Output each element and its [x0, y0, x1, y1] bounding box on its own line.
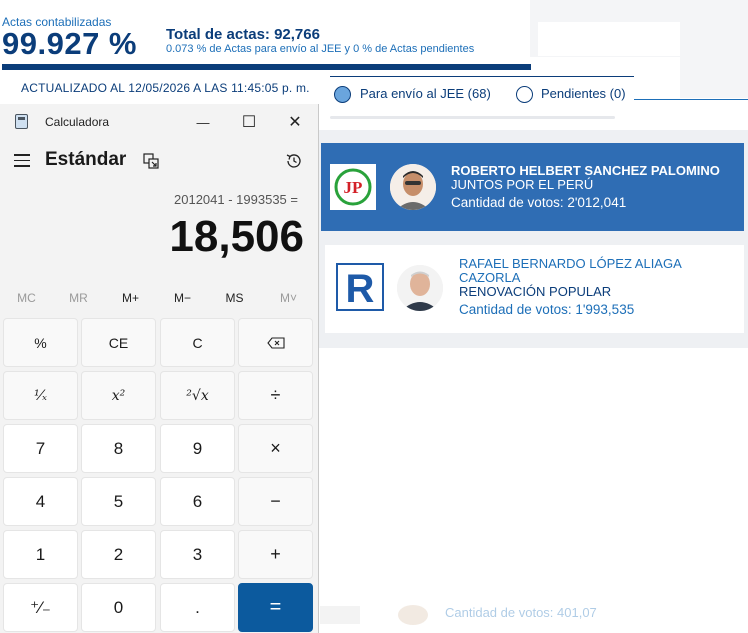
jp-logo-icon: JP — [334, 168, 372, 206]
history-icon[interactable] — [285, 152, 303, 170]
negate-button[interactable]: ⁺⁄₋ — [3, 583, 78, 632]
calculator-app-icon — [15, 114, 28, 129]
last-updated: ACTUALIZADO AL 12/05/2026 A LAS 11:45:05… — [21, 81, 310, 95]
candidate-card-2[interactable]: R RAFAEL BERNARDO LÓPEZ ALIAGA CAZORLA R… — [325, 245, 744, 333]
header-side-panel-lower — [680, 56, 748, 98]
person-avatar-icon — [397, 265, 443, 311]
header-side-panel — [530, 0, 748, 57]
candidate-name-1: ROBERTO HELBERT SANCHEZ PALOMINO — [451, 163, 720, 178]
subtract-button[interactable]: − — [238, 477, 313, 526]
digit-3-button[interactable]: 3 — [160, 530, 235, 579]
candidate-name-2-line1: RAFAEL BERNARDO LÓPEZ ALIAGA — [459, 256, 682, 271]
filter-pendientes-radio[interactable] — [516, 86, 533, 103]
clear-button[interactable]: C — [160, 318, 235, 367]
maximize-button[interactable]: ☐ — [231, 110, 267, 134]
digit-2-button[interactable]: 2 — [81, 530, 156, 579]
candidate-photo-3-partial — [398, 605, 428, 625]
multiply-button[interactable]: × — [238, 424, 313, 473]
rp-logo-icon: R — [336, 263, 384, 311]
digit-9-button[interactable]: 9 — [160, 424, 235, 473]
menu-icon[interactable] — [14, 154, 30, 168]
candidate-party-1: JUNTOS POR EL PERÚ — [451, 177, 594, 192]
clear-entry-button[interactable]: CE — [81, 318, 156, 367]
digit-6-button[interactable]: 6 — [160, 477, 235, 526]
digit-8-button[interactable]: 8 — [81, 424, 156, 473]
svg-text:JP: JP — [344, 178, 363, 197]
result-display: 18,506 — [169, 212, 304, 261]
total-actas: Total de actas: 92,766 — [166, 26, 320, 43]
memory-store-button[interactable]: MS — [208, 291, 261, 305]
divide-button[interactable]: ÷ — [238, 371, 313, 420]
mode-title: Estándar — [45, 149, 127, 170]
actas-note: 0.073 % de Actas para envío al JEE y 0 %… — [166, 43, 475, 55]
app-title: Calculadora — [45, 115, 110, 129]
memory-recall-button[interactable]: MR — [52, 291, 105, 305]
minimize-button[interactable]: — — [185, 110, 221, 134]
memory-clear-button[interactable]: MC — [0, 291, 53, 305]
filter-jee-label[interactable]: Para envío al JEE (68) — [360, 86, 491, 101]
memory-subtract-button[interactable]: M− — [156, 291, 209, 305]
memory-add-button[interactable]: M+ — [104, 291, 157, 305]
backspace-icon — [266, 336, 285, 349]
svg-text:R: R — [346, 267, 375, 311]
memory-list-button[interactable]: M˅ — [262, 291, 315, 305]
rp-party-logo: R — [336, 263, 384, 311]
decimal-button[interactable]: . — [160, 583, 235, 632]
calculator-titlebar[interactable]: Calculadora — ☐ ✕ — [0, 104, 319, 136]
close-button[interactable]: ✕ — [277, 110, 313, 134]
keep-on-top-icon[interactable] — [143, 153, 159, 169]
digit-1-button[interactable]: 1 — [3, 530, 78, 579]
backspace-button[interactable] — [238, 318, 313, 367]
square-root-button[interactable]: ²√x — [160, 371, 235, 420]
candidate-party-2: RENOVACIÓN POPULAR — [459, 284, 612, 299]
candidate-photo-1 — [390, 164, 436, 210]
filter-jee-radio[interactable] — [334, 86, 351, 103]
calculator-window[interactable]: Calculadora — ☐ ✕ Estándar 2012041 - 199… — [0, 104, 319, 633]
candidate-card-1[interactable]: JP ROBERTO HELBERT SANCHEZ PALOMINO JUNT… — [321, 143, 744, 231]
digit-7-button[interactable]: 7 — [3, 424, 78, 473]
digit-0-button[interactable]: 0 — [81, 583, 156, 632]
digit-5-button[interactable]: 5 — [81, 477, 156, 526]
person-avatar-icon — [390, 164, 436, 210]
candidate-photo-2 — [397, 265, 443, 311]
equals-button[interactable]: = — [238, 583, 313, 632]
summary-progress-bar — [2, 64, 531, 70]
summary-header: Actas contabilizadas 99.927 % Total de a… — [0, 0, 530, 68]
actas-percent: 99.927 % — [2, 26, 137, 61]
square-button[interactable]: x² — [81, 371, 156, 420]
digit-4-button[interactable]: 4 — [3, 477, 78, 526]
candidate-logo-3-partial — [320, 606, 360, 624]
memory-row: MC MR M+ M− MS M˅ — [0, 291, 319, 309]
expression-display: 2012041 - 1993535 = — [174, 192, 298, 207]
candidate-votes-2: Cantidad de votos: 1'993,535 — [459, 302, 635, 317]
candidate-votes-1: Cantidad de votos: 2'012,041 — [451, 195, 627, 210]
add-button[interactable]: + — [238, 530, 313, 579]
percent-button[interactable]: % — [3, 318, 78, 367]
candidate-name-2-line2: CAZORLA — [459, 270, 521, 285]
jp-party-logo: JP — [330, 164, 376, 210]
reciprocal-button[interactable]: ¹⁄ₓ — [3, 371, 78, 420]
filter-pendientes-label[interactable]: Pendientes (0) — [541, 86, 626, 101]
candidate-votes-3-partial: Cantidad de votos: 401,07 — [445, 605, 597, 620]
